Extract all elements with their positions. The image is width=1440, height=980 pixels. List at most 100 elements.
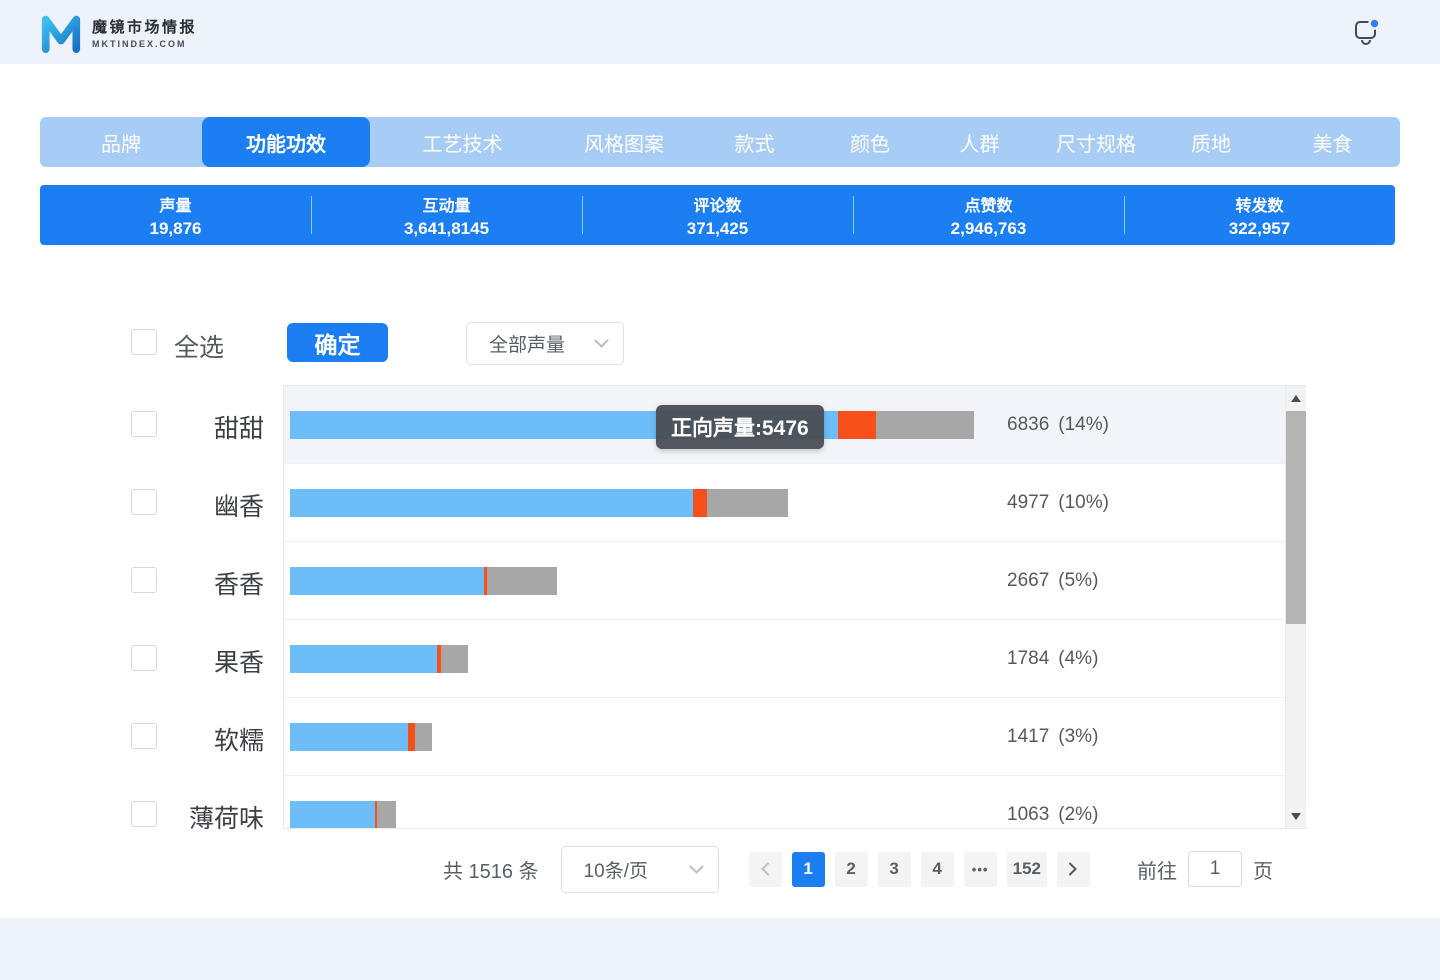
stat-value: 19,876 [150, 219, 202, 239]
chart-row-果香[interactable]: 1784(4%) [284, 620, 1285, 698]
chart-row-薄荷味[interactable]: 1063(2%) [284, 776, 1285, 828]
stat-0: 声量 19,876 [40, 185, 311, 245]
row-value: 1417(3%) [1007, 698, 1098, 776]
stat-label: 点赞数 [964, 192, 1012, 216]
bar-track [290, 411, 974, 439]
tab-bar: 品牌功能功效工艺技术风格图案款式颜色人群尺寸规格质地美食 [40, 117, 1400, 167]
app-header: 魔镜市场情报 MKTINDEX.COM [0, 0, 1440, 64]
vertical-scrollbar[interactable] [1285, 386, 1305, 828]
page-button-4[interactable]: 4 [921, 852, 954, 887]
page-button-152[interactable]: 152 [1007, 852, 1047, 887]
chevron-down-icon [594, 339, 609, 348]
stat-3: 点赞数 2,946,763 [853, 185, 1124, 245]
bar-segment-neutral [415, 723, 432, 751]
bar-segment-neutral [487, 567, 557, 595]
footer-strip [0, 918, 1440, 980]
scroll-up-button[interactable] [1286, 386, 1306, 410]
row-value: 1063(2%) [1007, 776, 1098, 828]
bar-track [290, 567, 557, 595]
bar-segment-positive [290, 567, 484, 595]
goto-unit-label: 页 [1253, 855, 1273, 884]
tab-item-4[interactable]: 款式 [693, 117, 816, 167]
bar-segment-neutral [876, 411, 974, 439]
page-size-select[interactable]: 10条/页 [561, 846, 719, 893]
chevron-right-icon [1068, 862, 1078, 876]
tab-item-2[interactable]: 工艺技术 [370, 117, 555, 167]
stat-value: 371,425 [687, 219, 748, 239]
goto-label: 前往 [1137, 855, 1177, 884]
tab-item-9[interactable]: 美食 [1265, 117, 1400, 167]
next-page-button[interactable] [1057, 852, 1090, 887]
stat-label: 互动量 [422, 192, 470, 216]
chart-row-幽香[interactable]: 4977(10%) [284, 464, 1285, 542]
goto-page-group: 前往 页 [1137, 851, 1273, 887]
chevron-down-icon [689, 865, 704, 874]
brand-logo: 魔镜市场情报 MKTINDEX.COM [40, 10, 197, 54]
stat-label: 转发数 [1235, 192, 1283, 216]
row-label: 薄荷味 [40, 799, 264, 835]
tab-item-1[interactable]: 功能功效 [202, 117, 370, 167]
prev-page-button[interactable] [749, 852, 782, 887]
stat-value: 322,957 [1229, 219, 1290, 239]
page-button-1[interactable]: 1 [792, 852, 825, 887]
bar-track [290, 801, 396, 828]
chart-rows: 6836(14%)4977(10%)2667(5%)1784(4%)1417(3… [284, 386, 1285, 828]
bar-segment-negative [693, 489, 707, 517]
scroll-up-icon [1291, 395, 1301, 402]
pagination-bar: 共 1516 条 10条/页 1234 ••• 152 前往 页 [443, 843, 1273, 895]
brand-domain: MKTINDEX.COM [92, 39, 197, 49]
row-value: 2667(5%) [1007, 542, 1098, 620]
chart-panel: 6836(14%)4977(10%)2667(5%)1784(4%)1417(3… [283, 385, 1306, 829]
bar-segment-neutral [707, 489, 788, 517]
bar-track [290, 723, 432, 751]
brand-title: 魔镜市场情报 [92, 16, 197, 37]
bar-segment-positive [290, 489, 693, 517]
tab-item-0[interactable]: 品牌 [40, 117, 202, 167]
page-size-value: 10条/页 [584, 856, 648, 883]
page-button-2[interactable]: 2 [835, 852, 868, 887]
row-label: 幽香 [40, 487, 264, 523]
brand-m-icon [40, 10, 82, 54]
row-value: 4977(10%) [1007, 464, 1109, 542]
stats-bar: 声量 19,876 互动量 3,641,8145 评论数371,425 点赞数 2,946,… [40, 185, 1395, 245]
bar-segment-negative [838, 411, 876, 439]
stat-value: 2,946,763 [951, 219, 1027, 239]
tab-item-6[interactable]: 人群 [924, 117, 1035, 167]
total-count-label: 共 1516 条 [443, 855, 539, 884]
bar-segment-neutral [441, 645, 469, 673]
notification-bell-icon[interactable] [1350, 15, 1382, 49]
page-ellipsis[interactable]: ••• [964, 852, 997, 887]
chart-row-软糯[interactable]: 1417(3%) [284, 698, 1285, 776]
chart-section: 甜甜幽香香香果香软糯薄荷味 6836(14%)4977(10%)2667(5%)… [0, 385, 1440, 829]
tab-item-5[interactable]: 颜色 [816, 117, 924, 167]
select-all-label: 全选 [174, 328, 224, 364]
stat-4: 转发数 322,957 [1124, 185, 1395, 245]
stat-label: 声量 [159, 192, 191, 216]
stat-2: 评论数371,425 [582, 185, 853, 245]
chart-row-香香[interactable]: 2667(5%) [284, 542, 1285, 620]
row-label: 果香 [40, 643, 264, 679]
bar-segment-positive [290, 801, 375, 828]
tab-item-7[interactable]: 尺寸规格 [1035, 117, 1157, 167]
tab-item-3[interactable]: 风格图案 [555, 117, 693, 167]
bar-segment-positive [290, 645, 437, 673]
bar-track [290, 489, 788, 517]
goto-page-input[interactable] [1188, 851, 1242, 887]
row-label: 甜甜 [40, 409, 264, 445]
page-button-3[interactable]: 3 [878, 852, 911, 887]
stat-value: 3,641,8145 [404, 219, 489, 239]
bar-segment-positive [290, 723, 408, 751]
page-buttons: 1234 ••• 152 [749, 852, 1090, 887]
scrollbar-thumb[interactable] [1286, 411, 1306, 624]
chevron-left-icon [760, 862, 770, 876]
bar-track [290, 645, 468, 673]
select-all-checkbox[interactable] [131, 329, 157, 355]
confirm-button[interactable]: 确定 [287, 323, 388, 362]
row-value: 6836(14%) [1007, 386, 1109, 464]
tab-item-8[interactable]: 质地 [1157, 117, 1265, 167]
volume-filter-select[interactable]: 全部声量 [466, 322, 624, 365]
bar-tooltip: 正向声量:5476 [656, 405, 824, 449]
scroll-down-button[interactable] [1286, 804, 1306, 828]
notification-badge [1370, 19, 1380, 29]
bar-segment-neutral [377, 801, 396, 828]
